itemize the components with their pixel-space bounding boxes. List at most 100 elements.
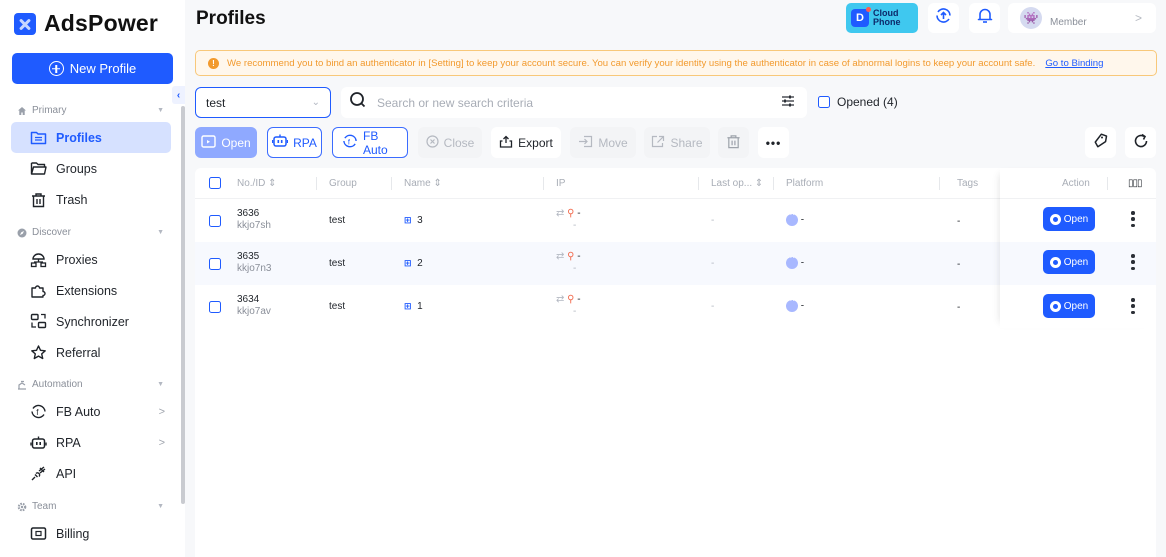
svg-text:f: f xyxy=(36,408,39,417)
platform-icon xyxy=(786,210,798,226)
svg-text:f: f xyxy=(348,137,351,146)
security-alert-banner: ! We recommend you to bind an authentica… xyxy=(195,50,1157,76)
brand-name: AdsPower xyxy=(44,10,159,36)
swap-icon: ⇄ xyxy=(556,251,565,262)
refresh-button[interactable] xyxy=(1125,127,1156,158)
sidebar-item-trash[interactable]: Trash xyxy=(11,184,171,215)
section-automation[interactable]: Automation ▼ xyxy=(17,379,164,390)
share-icon xyxy=(651,135,665,151)
update-button[interactable] xyxy=(928,3,959,33)
update-sync-icon xyxy=(935,7,952,29)
more-actions-button[interactable]: ••• xyxy=(758,127,789,158)
open-label: Open xyxy=(1063,213,1089,225)
profile-tags: - xyxy=(957,259,961,270)
row-more-menu[interactable] xyxy=(1130,211,1136,227)
warning-icon: ! xyxy=(208,57,219,69)
open-profile-button[interactable]: Open xyxy=(1043,250,1095,274)
profile-ip: - xyxy=(577,208,581,219)
location-pin-icon: ⚲ xyxy=(567,208,575,219)
filter-settings-icon[interactable] xyxy=(781,94,795,112)
sidebar-item-billing[interactable]: Billing xyxy=(11,518,171,549)
robot-icon xyxy=(30,434,47,451)
checkbox[interactable] xyxy=(818,96,830,108)
row-checkbox[interactable] xyxy=(209,301,221,313)
user-role: Member xyxy=(1050,16,1087,28)
rpa-button[interactable]: RPA xyxy=(267,127,322,158)
sidebar-item-label: Billing xyxy=(56,526,90,541)
chrome-icon xyxy=(1049,213,1061,225)
column-header-no-id[interactable]: No./ID ⇕ xyxy=(237,168,277,198)
delete-button[interactable] xyxy=(718,127,749,158)
sidebar-item-api[interactable]: API xyxy=(11,458,171,489)
checkbox[interactable] xyxy=(209,177,221,189)
column-divider xyxy=(773,177,774,190)
sidebar-item-profiles[interactable]: Profiles xyxy=(11,122,171,153)
sidebar-item-label: Groups xyxy=(56,161,97,176)
collapse-sidebar-button[interactable]: ‹ xyxy=(172,86,185,104)
profile-tags: - xyxy=(957,302,961,313)
refresh-icon xyxy=(1133,133,1149,152)
section-label: Team xyxy=(32,501,57,512)
row-more-menu[interactable] xyxy=(1130,254,1136,270)
section-primary[interactable]: Primary ▼ xyxy=(17,105,164,116)
search-input[interactable] xyxy=(377,95,771,110)
opened-filter-checkbox[interactable]: Opened (4) xyxy=(818,95,898,109)
column-header-name[interactable]: Name ⇕ xyxy=(404,168,442,198)
windows-icon: ⊞ xyxy=(404,258,412,268)
go-to-binding-link[interactable]: Go to Binding xyxy=(1045,58,1103,69)
sidebar-item-proxies[interactable]: Proxies xyxy=(11,244,171,275)
sidebar-item-extensions[interactable]: Extensions xyxy=(11,275,171,306)
sidebar-item-groups[interactable]: Groups xyxy=(11,153,171,184)
puzzle-icon xyxy=(30,282,47,299)
action-column: Action ▯▯▯ Open Open Open xyxy=(1000,168,1156,328)
alert-message: We recommend you to bind an authenticato… xyxy=(227,57,1036,69)
fb-auto-button[interactable]: f FB Auto xyxy=(332,127,408,158)
swap-icon: ⇄ xyxy=(556,294,565,305)
chrome-icon xyxy=(1049,300,1061,312)
row-more-menu[interactable] xyxy=(1130,298,1136,314)
open-label: Open xyxy=(1063,256,1089,268)
header-label: Group xyxy=(329,177,357,189)
chevron-right-icon: > xyxy=(158,436,165,449)
sidebar-item-referral[interactable]: Referral xyxy=(11,337,171,368)
column-settings-button[interactable]: ▯▯▯ xyxy=(1128,168,1142,198)
sidebar-item-fb-auto[interactable]: f FB Auto > xyxy=(11,396,171,427)
row-checkbox[interactable] xyxy=(209,258,221,270)
trash-icon xyxy=(30,191,47,208)
move-label: Move xyxy=(598,135,628,150)
windows-icon: ⊞ xyxy=(404,301,412,311)
profile-last-op: - xyxy=(711,258,715,269)
profile-name: 1 xyxy=(417,301,423,312)
caret-down-icon: ▼ xyxy=(157,107,164,114)
column-header-action: Action xyxy=(1062,168,1090,198)
share-button[interactable]: Share xyxy=(644,127,710,158)
profile-ip-sub: - xyxy=(573,220,577,231)
select-all-checkbox[interactable] xyxy=(209,168,221,198)
row-checkbox[interactable] xyxy=(209,215,221,227)
sidebar-item-rpa[interactable]: RPA > xyxy=(11,427,171,458)
group-select[interactable]: test ⌄ xyxy=(195,87,331,118)
home-icon xyxy=(17,106,27,116)
notifications-button[interactable] xyxy=(969,3,1000,33)
user-menu[interactable]: 👾 Member > xyxy=(1008,3,1156,33)
profile-group: test xyxy=(329,301,346,312)
tags-button[interactable] xyxy=(1085,127,1116,158)
header-label: Platform xyxy=(786,177,824,189)
open-profile-button[interactable]: Open xyxy=(1043,207,1095,231)
swap-icon: ⇄ xyxy=(556,208,565,219)
close-button[interactable]: Close xyxy=(418,127,482,158)
move-button[interactable]: Move xyxy=(570,127,636,158)
location-pin-icon: ⚲ xyxy=(567,294,575,305)
column-header-last-op[interactable]: Last op... ⇕ xyxy=(711,168,763,198)
trash-icon xyxy=(726,134,741,152)
section-discover[interactable]: Discover ▼ xyxy=(17,227,164,238)
open-selected-button[interactable]: Open xyxy=(195,127,257,158)
cloud-phone-button[interactable]: D Cloud Phone xyxy=(846,3,918,33)
open-profile-button[interactable]: Open xyxy=(1043,294,1095,318)
header-label: Tags xyxy=(957,177,979,189)
section-team[interactable]: Team ▼ xyxy=(17,501,164,512)
sidebar-scrollbar[interactable] xyxy=(181,106,185,504)
new-profile-button[interactable]: New Profile xyxy=(12,53,173,84)
export-button[interactable]: Export xyxy=(491,127,561,158)
sidebar-item-synchronizer[interactable]: Synchronizer xyxy=(11,306,171,337)
